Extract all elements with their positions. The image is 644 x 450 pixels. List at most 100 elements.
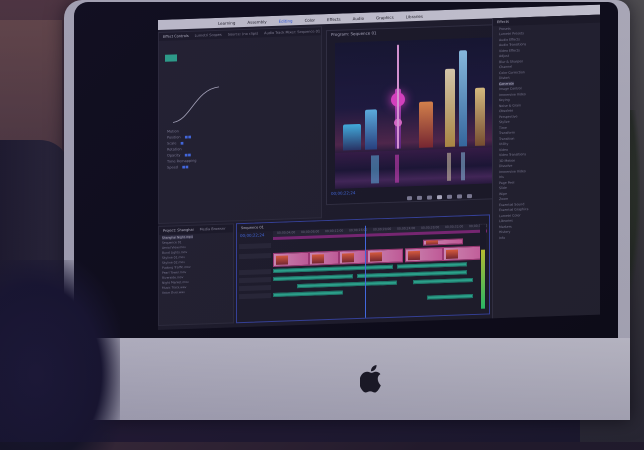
menu-assembly[interactable]: Assembly xyxy=(247,19,266,25)
effects-tree-item-label: Transition xyxy=(499,136,515,141)
playhead[interactable] xyxy=(365,225,366,318)
video-clip[interactable] xyxy=(309,250,339,266)
skyscraper xyxy=(475,87,485,146)
mark-out-button[interactable] xyxy=(417,195,422,200)
video-clip[interactable] xyxy=(339,249,367,265)
effects-tree-item-label: Iris xyxy=(499,175,504,180)
video-clip[interactable] xyxy=(423,238,463,246)
mark-in-button[interactable] xyxy=(407,196,412,201)
menu-learning[interactable]: Learning xyxy=(218,20,235,26)
project-list-item-label: Skyline 02.mov xyxy=(162,259,185,265)
effects-tree-item-label: Blur & Sharpen xyxy=(499,58,524,64)
effects-tree-item-label: Video xyxy=(499,147,508,152)
effects-tree-item-label: Transform xyxy=(499,130,515,136)
effects-tree-item-label: Image Control xyxy=(499,86,522,92)
audio-clip[interactable] xyxy=(297,280,397,289)
play-button[interactable] xyxy=(437,195,442,200)
skyscraper xyxy=(419,101,433,148)
effects-tree-item-label: Markers xyxy=(499,224,512,229)
export-frame-button[interactable] xyxy=(467,194,472,199)
program-monitor-title: Program: Sequence 01 xyxy=(331,30,377,37)
project-list: Shanghai Night.mp4 Sequence 01 Aerial View… xyxy=(159,232,233,295)
menu-audio[interactable]: Audio xyxy=(353,15,364,20)
effects-tree-item-label: Dissolve xyxy=(499,163,513,169)
menu-libraries[interactable]: Libraries xyxy=(406,13,423,19)
audio-clip[interactable] xyxy=(273,290,343,297)
step-forward-button[interactable] xyxy=(447,194,452,199)
effects-tree-item-label: Keying xyxy=(499,97,510,103)
effects-tree-item-label: Audio Effects xyxy=(499,37,520,42)
skyscraper xyxy=(343,123,361,151)
effects-tree-item-label: Zoom xyxy=(499,197,509,202)
menu-editing[interactable]: Editing xyxy=(279,18,293,23)
audio-meter xyxy=(480,224,486,309)
effects-tree-item-label: Presets xyxy=(499,26,511,31)
color-swatch[interactable] xyxy=(165,54,177,62)
video-clip[interactable] xyxy=(273,251,309,267)
effects-tree-item-label: Noise & Grain xyxy=(499,103,521,108)
effects-tree-item-label: Video Effects xyxy=(499,48,520,53)
tab-audio-mixer[interactable]: Audio Track Mixer: Sequence 01 xyxy=(264,29,320,35)
ruler-label: 00;00;20;00 xyxy=(373,226,392,232)
program-timecode-current[interactable]: 00;00;22;24 xyxy=(331,190,355,196)
tab-effect-controls[interactable]: Effect Controls xyxy=(163,34,189,39)
timeline-timecode[interactable]: 00;00;22;24 xyxy=(240,232,264,238)
menu-color[interactable]: Color xyxy=(305,17,315,22)
tab-source[interactable]: Source: (no clips) xyxy=(228,32,258,37)
ruler-label: 00;00;28;00 xyxy=(421,225,440,230)
track-header-a1[interactable] xyxy=(239,269,271,276)
effects-tree-item-label: Libraries xyxy=(499,218,513,224)
clip-thumbnail xyxy=(312,254,324,264)
effects-tree-item-label: Lumetri Color xyxy=(499,213,521,218)
skyscraper xyxy=(445,68,455,147)
tab-project[interactable]: Project: Shanghai xyxy=(163,228,194,233)
track-header-a4[interactable] xyxy=(239,293,271,300)
speed-curve-graph xyxy=(172,86,220,123)
audio-clip[interactable] xyxy=(273,274,353,281)
track-header-a3[interactable] xyxy=(239,285,271,292)
ruler-label: 00;00;12;00 xyxy=(325,228,344,234)
audio-clip[interactable] xyxy=(413,277,473,285)
person-silhouette xyxy=(0,260,120,450)
imac-chin xyxy=(64,338,630,420)
project-list-item-label: Riverside.mov xyxy=(162,274,184,280)
effects-tree-item-label: Time xyxy=(499,125,507,130)
tab-media-browser[interactable]: Media Browser xyxy=(200,227,226,232)
ruler-label: 00;00;24;00 xyxy=(397,226,416,231)
track-header-v2[interactable] xyxy=(239,243,271,250)
timeline-panel: Sequence 01 00;00;22;24 00;00;04;00 00;0… xyxy=(236,214,490,324)
menu-effects[interactable]: Effects xyxy=(327,16,341,21)
audio-clip[interactable] xyxy=(357,270,467,279)
effects-tree-item-label: Adjust xyxy=(499,53,509,59)
effects-tree-item-label: Distort xyxy=(499,75,510,81)
apple-logo-icon xyxy=(360,365,381,393)
effects-panel-title[interactable]: Effects xyxy=(497,20,509,24)
video-clip[interactable] xyxy=(405,247,443,263)
effects-tree-item-label: 3D Motion xyxy=(499,158,516,163)
effects-panel: Effects Presets Lumetri Presets Audio Effe… xyxy=(492,14,600,319)
effect-controls-tabs: Effect Controls Lumetri Scopes Source: (… xyxy=(159,27,321,41)
clip-thumbnail xyxy=(408,250,420,261)
editor-screen: Learning Assembly Editing Color Effects … xyxy=(158,4,600,330)
insert-button[interactable] xyxy=(457,194,462,199)
menu-graphics[interactable]: Graphics xyxy=(376,14,394,20)
tab-lumetri-scopes[interactable]: Lumetri Scopes xyxy=(195,33,222,38)
ruler-label: 00;00;04;00 xyxy=(277,230,296,235)
video-clip[interactable] xyxy=(367,248,403,264)
transport-controls xyxy=(407,194,472,201)
effects-tree-item-label: History xyxy=(499,229,511,235)
pearl-tower-spire xyxy=(397,44,399,149)
audio-clip[interactable] xyxy=(397,262,467,269)
step-back-button[interactable] xyxy=(427,195,432,200)
track-header-v1[interactable] xyxy=(239,253,271,260)
timeline-sequence-tab[interactable]: Sequence 01 xyxy=(241,225,264,230)
effects-tree-item-label: Stylize xyxy=(499,119,510,125)
track-header-a2[interactable] xyxy=(239,277,271,284)
reflection xyxy=(395,154,399,183)
skyscraper xyxy=(459,50,467,147)
audio-clip[interactable] xyxy=(427,293,473,300)
video-clip[interactable] xyxy=(443,245,485,262)
effects-tree-item-label: Channel xyxy=(499,64,513,70)
clip-thumbnail xyxy=(426,240,438,246)
effects-tree-item-label: Perspective xyxy=(499,114,518,119)
